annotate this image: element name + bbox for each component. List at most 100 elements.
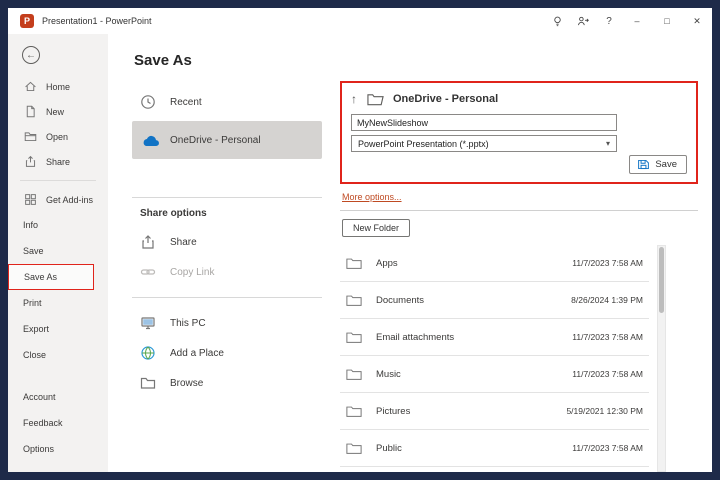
sidebar-item-print[interactable]: Print xyxy=(8,290,108,316)
page-title: Save As xyxy=(134,52,700,69)
place-recent[interactable]: Recent xyxy=(132,87,322,117)
file-row[interactable]: Public 11/7/2023 7:58 AM xyxy=(340,430,649,467)
home-icon xyxy=(23,80,37,94)
place-add-a-place[interactable]: Add a Place xyxy=(132,338,322,368)
sidebar-item-new[interactable]: New xyxy=(8,99,108,124)
file-row[interactable]: Documents 8/26/2024 1:39 PM xyxy=(340,282,649,319)
close-button[interactable]: ✕ xyxy=(682,8,712,34)
place-browse[interactable]: Browse xyxy=(132,368,322,398)
file-row[interactable]: Pictures 5/19/2021 12:30 PM xyxy=(340,393,649,430)
sidebar-item-share[interactable]: Share xyxy=(8,149,108,174)
location-folder-icon xyxy=(367,92,385,106)
file-date: 11/7/2023 7:58 AM xyxy=(572,332,643,342)
onedrive-cloud-icon xyxy=(140,132,162,148)
sidebar-item-label: Close xyxy=(23,350,46,360)
folder-icon xyxy=(346,330,364,344)
sidebar-item-label: Account xyxy=(23,392,56,402)
sidebar-item-home[interactable]: Home xyxy=(8,74,108,99)
file-name: Music xyxy=(376,369,572,380)
folder-icon xyxy=(346,367,364,381)
help-button[interactable]: ? xyxy=(596,8,622,34)
save-location-label[interactable]: OneDrive - Personal xyxy=(393,93,498,105)
save-button[interactable]: Save xyxy=(629,155,687,174)
file-date: 11/7/2023 7:58 AM xyxy=(572,443,643,453)
share-options-heading: Share options xyxy=(140,208,322,219)
filetype-value: PowerPoint Presentation (*.pptx) xyxy=(358,139,489,149)
place-label: This PC xyxy=(170,318,206,329)
sidebar-item-open[interactable]: Open xyxy=(8,124,108,149)
sidebar-item-label: Print xyxy=(23,298,42,308)
filename-input[interactable] xyxy=(351,114,617,131)
addins-grid-icon xyxy=(23,193,37,207)
this-pc-monitor-icon xyxy=(140,315,162,331)
file-list-scrollbar[interactable] xyxy=(657,245,666,472)
place-label: Recent xyxy=(170,97,202,108)
browse-folder-icon xyxy=(140,375,162,391)
sidebar-divider xyxy=(20,180,96,181)
lightbulb-icon[interactable] xyxy=(544,8,570,34)
place-share[interactable]: Share xyxy=(132,227,322,257)
file-date: 11/7/2023 7:58 AM xyxy=(572,258,643,268)
sidebar-item-account[interactable]: Account xyxy=(8,384,108,410)
file-name: Public xyxy=(376,443,572,454)
sidebar-item-get-addins[interactable]: Get Add-ins xyxy=(8,187,108,212)
sidebar-item-label: Save As xyxy=(24,272,57,282)
add-place-globe-icon xyxy=(140,345,162,361)
places-column: Recent OneDrive - Personal Share options xyxy=(132,81,322,472)
file-row[interactable]: Email attachments 11/7/2023 7:58 AM xyxy=(340,319,649,356)
more-options-link[interactable]: More options... xyxy=(342,192,698,202)
sidebar-item-feedback[interactable]: Feedback xyxy=(8,410,108,436)
new-folder-label: New Folder xyxy=(353,223,399,233)
file-row[interactable]: Music 11/7/2023 7:58 AM xyxy=(340,356,649,393)
sidebar-item-label: Open xyxy=(46,132,68,142)
clock-icon xyxy=(140,94,162,110)
file-name: Email attachments xyxy=(376,332,572,343)
folder-icon xyxy=(346,441,364,455)
save-button-label: Save xyxy=(655,159,677,170)
screenshot-frame: P Presentation1 - PowerPoint ? – □ ✕ ← xyxy=(0,0,720,480)
save-panel-annotated: ↑ OneDrive - Personal PowerPoint Present… xyxy=(340,81,698,184)
file-row[interactable]: Apps 11/7/2023 7:58 AM xyxy=(340,245,649,282)
open-folder-icon xyxy=(23,130,37,144)
up-one-level-icon[interactable]: ↑ xyxy=(351,92,357,106)
titlebar: P Presentation1 - PowerPoint ? – □ ✕ xyxy=(8,8,712,34)
back-button[interactable]: ← xyxy=(22,46,40,64)
window-title: Presentation1 - PowerPoint xyxy=(42,16,544,26)
files-column: ↑ OneDrive - Personal PowerPoint Present… xyxy=(340,81,700,472)
minimize-button[interactable]: – xyxy=(622,8,652,34)
share-arrow-icon xyxy=(140,234,162,250)
place-copy-link: Copy Link xyxy=(132,257,322,287)
place-label: Copy Link xyxy=(170,267,214,278)
sidebar-item-save-as[interactable]: Save As xyxy=(8,264,94,290)
place-label: Browse xyxy=(170,378,203,389)
place-label: OneDrive - Personal xyxy=(170,135,261,146)
places-divider xyxy=(132,197,322,198)
folder-icon xyxy=(346,256,364,270)
sidebar-item-label: Get Add-ins xyxy=(46,195,93,205)
sidebar-item-label: Feedback xyxy=(23,418,63,428)
sidebar-item-export[interactable]: Export xyxy=(8,316,108,342)
file-name: Documents xyxy=(376,295,571,306)
folder-icon xyxy=(346,293,364,307)
sidebar-item-options[interactable]: Options xyxy=(8,436,108,462)
folder-icon xyxy=(346,404,364,418)
sidebar-item-info[interactable]: Info xyxy=(8,212,108,238)
maximize-button[interactable]: □ xyxy=(652,8,682,34)
share-person-icon[interactable] xyxy=(570,8,596,34)
place-this-pc[interactable]: This PC xyxy=(132,308,322,338)
sidebar-item-label: Home xyxy=(46,82,70,92)
filetype-dropdown[interactable]: PowerPoint Presentation (*.pptx) ▾ xyxy=(351,135,617,152)
file-row[interactable]: Transcribed Files 2/10/2023 1:43 PM xyxy=(340,467,649,472)
place-onedrive[interactable]: OneDrive - Personal xyxy=(132,121,322,159)
sidebar-item-save[interactable]: Save xyxy=(8,238,108,264)
share-icon xyxy=(23,155,37,169)
file-date: 5/19/2021 12:30 PM xyxy=(566,406,643,416)
scrollbar-thumb[interactable] xyxy=(659,247,664,313)
sidebar-item-label: Share xyxy=(46,157,70,167)
places-divider xyxy=(132,297,322,298)
new-folder-button[interactable]: New Folder xyxy=(342,219,410,237)
new-document-icon xyxy=(23,105,37,119)
sidebar-item-label: Export xyxy=(23,324,49,334)
files-divider xyxy=(340,210,698,211)
sidebar-item-close[interactable]: Close xyxy=(8,342,108,368)
